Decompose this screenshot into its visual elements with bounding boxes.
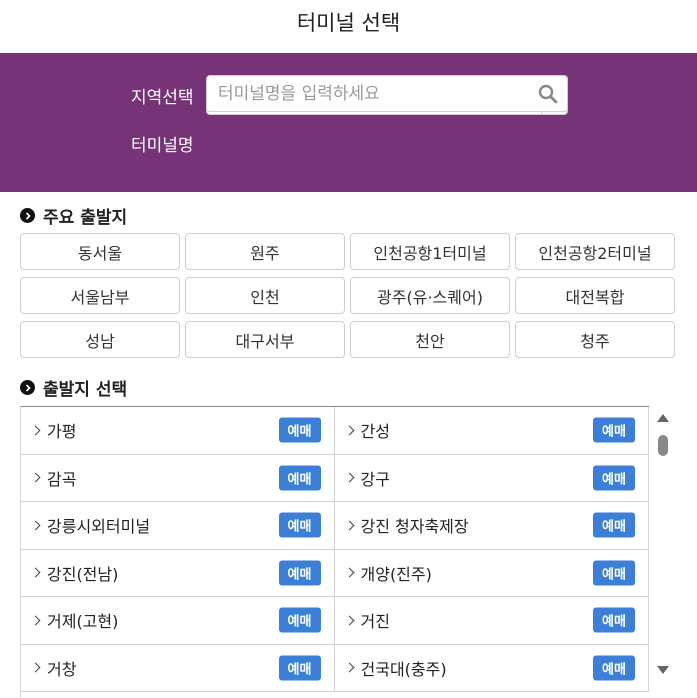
region-label: 지역선택 [131, 88, 194, 108]
search-icon[interactable] [538, 84, 558, 104]
terminal-item[interactable]: 거진 예매 [335, 597, 649, 644]
chevron-right-icon [344, 425, 354, 436]
chevron-right-icon [30, 472, 41, 483]
major-departure-grid: 동서울 원주 인천공항1터미널 인천공항2터미널 서울남부 인천 광주(유·스퀘… [20, 233, 680, 358]
reserve-button[interactable]: 예매 [278, 417, 321, 443]
table-row: 거창 예매 건국대(충주) 예매 [21, 644, 649, 692]
terminal-item[interactable]: 개양(진주) 예매 [335, 549, 649, 596]
reserve-button[interactable]: 예매 [278, 512, 321, 538]
reserve-button[interactable]: 예매 [593, 512, 635, 538]
table-row: 거제(고현) 예매 거진 예매 [21, 597, 649, 645]
reserve-button[interactable]: 예매 [593, 607, 635, 633]
bullet-arrow-icon [20, 208, 35, 223]
reserve-button[interactable]: 예매 [593, 655, 635, 681]
departure-select-header: 출발지 선택 [20, 375, 127, 400]
terminal-name: 강릉시외터미널 [47, 517, 151, 537]
reserve-button[interactable]: 예매 [593, 560, 635, 586]
departure-select-title: 출발지 선택 [43, 380, 128, 400]
bullet-arrow-icon [20, 380, 35, 395]
terminal-item[interactable]: 강릉시외터미널 예매 [21, 502, 335, 549]
terminal-item[interactable]: 건국대(충주) 예매 [335, 644, 649, 691]
reserve-button[interactable]: 예매 [278, 560, 321, 586]
major-departure-button[interactable]: 원주 [185, 233, 345, 270]
chevron-right-icon [30, 615, 41, 626]
major-departure-header: 주요 출발지 [20, 203, 127, 228]
terminal-name: 감곡 [47, 469, 77, 489]
scroll-up-arrow-icon[interactable] [657, 414, 669, 422]
terminal-item[interactable]: 감곡 예매 [21, 454, 335, 501]
terminal-name: 강진(전남) [47, 564, 119, 584]
chevron-right-icon [344, 662, 354, 673]
table-row: 강릉시외터미널 예매 강진 청자축제장 예매 [21, 502, 649, 550]
terminal-name: 강진 청자축제장 [360, 517, 469, 537]
terminal-item[interactable]: 강진 청자축제장 예매 [335, 502, 649, 549]
major-departure-button[interactable]: 천안 [350, 321, 510, 358]
terminal-name: 거창 [47, 659, 77, 679]
table-row: 가평 예매 간성 예매 [21, 407, 649, 455]
terminal-name: 가평 [47, 422, 77, 442]
terminal-item[interactable]: 강진(전남) 예매 [21, 549, 335, 596]
major-departure-button[interactable]: 대전복합 [515, 277, 675, 314]
scrollbar-thumb[interactable] [658, 435, 668, 456]
table-row: 강진(전남) 예매 개양(진주) 예매 [21, 549, 649, 597]
reserve-button[interactable]: 예매 [278, 607, 321, 633]
chevron-right-icon [344, 520, 354, 531]
chevron-right-icon [344, 615, 354, 626]
chevron-right-icon [344, 567, 354, 578]
reserve-button[interactable]: 예매 [593, 465, 635, 491]
list-scrollbar[interactable] [655, 410, 672, 682]
reserve-button[interactable]: 예매 [278, 655, 321, 681]
terminal-item[interactable]: 간성 예매 [335, 407, 649, 454]
major-departure-title: 주요 출발지 [43, 208, 128, 228]
terminal-name-label: 터미널명 [131, 136, 194, 156]
major-departure-button[interactable]: 인천공항2터미널 [515, 233, 675, 270]
chevron-right-icon [30, 520, 41, 531]
major-departure-button[interactable]: 인천공항1터미널 [350, 233, 510, 270]
terminal-name: 거진 [360, 612, 390, 632]
terminal-list: 가평 예매 간성 예매 감곡 예매 강구 예매 강릉시외터미널 예매 강진 청자… [20, 406, 649, 698]
terminal-item[interactable]: 가평 예매 [21, 407, 335, 454]
chevron-right-icon [30, 425, 41, 436]
filter-panel: 지역선택 전체 터미널명 [0, 53, 697, 192]
page-title: 터미널 선택 [296, 11, 401, 35]
major-departure-button[interactable]: 청주 [515, 321, 675, 358]
terminal-name: 건국대(충주) [360, 659, 447, 679]
terminal-name: 거제(고현) [47, 612, 119, 632]
table-row: 감곡 예매 강구 예매 [21, 454, 649, 502]
major-departure-button[interactable]: 대구서부 [185, 321, 345, 358]
chevron-right-icon [30, 662, 41, 673]
reserve-button[interactable]: 예매 [593, 417, 635, 443]
terminal-name: 강구 [360, 469, 390, 489]
major-departure-button[interactable]: 인천 [185, 277, 345, 314]
chevron-right-icon [30, 567, 41, 578]
major-departure-button[interactable]: 광주(유·스퀘어) [350, 277, 510, 314]
terminal-item[interactable]: 강구 예매 [335, 454, 649, 501]
major-departure-button[interactable]: 서울남부 [20, 277, 180, 314]
terminal-search-input[interactable] [206, 75, 568, 112]
major-departure-button[interactable]: 성남 [20, 321, 180, 358]
scroll-down-arrow-icon[interactable] [657, 666, 669, 674]
terminal-item[interactable]: 거제(고현) 예매 [21, 597, 335, 644]
terminal-name: 간성 [360, 422, 390, 442]
terminal-name: 개양(진주) [360, 564, 432, 584]
major-departure-button[interactable]: 동서울 [20, 233, 180, 270]
chevron-right-icon [344, 472, 354, 483]
terminal-item[interactable]: 거창 예매 [21, 644, 335, 691]
reserve-button[interactable]: 예매 [278, 465, 321, 491]
